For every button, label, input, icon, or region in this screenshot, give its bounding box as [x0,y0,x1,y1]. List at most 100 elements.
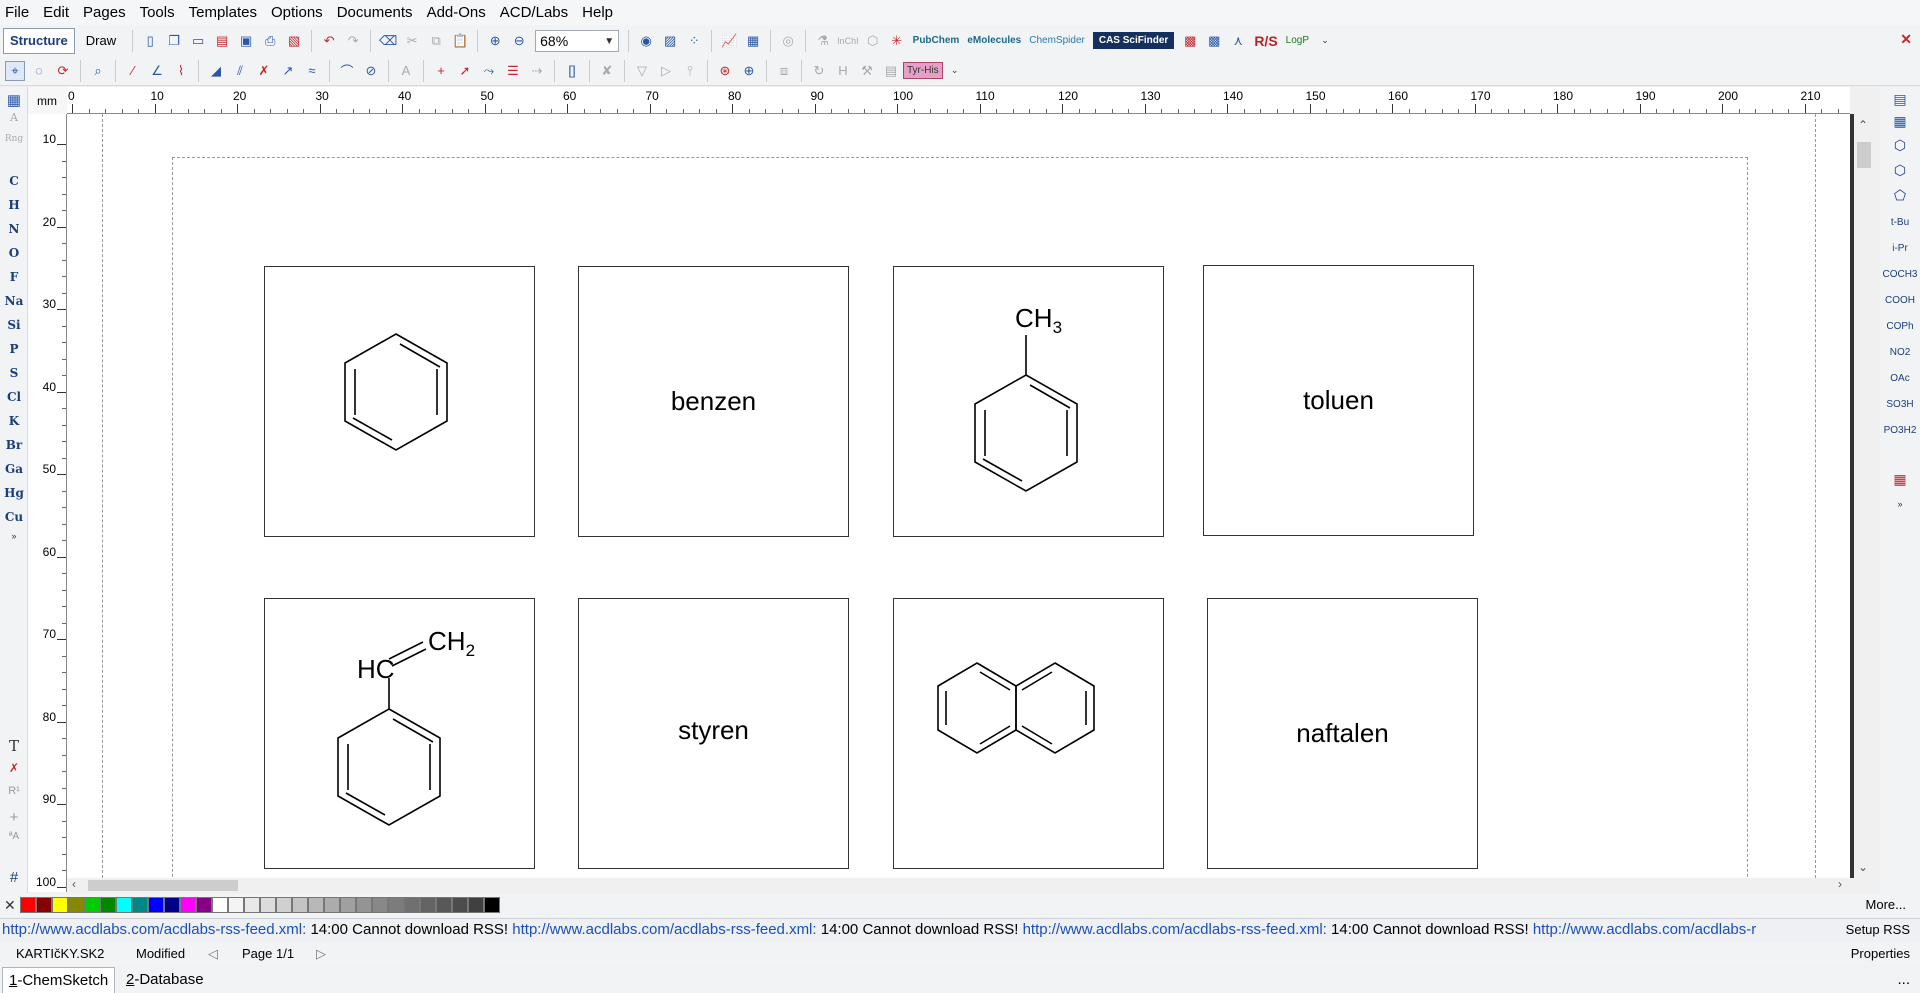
hexagon-icon[interactable]: ⬡ [863,31,883,51]
rss-link[interactable]: http://www.acdlabs.com/acdlabs-rss-feed.… [512,921,816,938]
setup-rss-button[interactable]: Setup RSS [1837,919,1910,941]
paste-icon[interactable]: 📋 [450,31,470,51]
prev-page-icon[interactable]: ◁ [208,942,218,966]
ring-icon[interactable]: ⌒ [337,61,357,81]
color-swatch[interactable] [452,897,468,913]
card-naphthalene-structure[interactable] [893,598,1164,869]
bond-single-icon[interactable]: ∕ [123,61,143,81]
tab-chemsketch[interactable]: 1-ChemSketch [2,967,116,993]
copy-icon[interactable]: ⧉ [426,31,446,51]
tab-database[interactable]: 2-Database [120,967,210,993]
no-color-icon[interactable]: ✕ [4,897,18,914]
zoom-out-icon[interactable]: ⊖ [509,31,529,51]
label-icon[interactable]: ªA [0,831,28,842]
zoom-select[interactable]: 68% ▼ [535,29,620,52]
tool-molecule-icon[interactable]: ⁘ [684,31,704,51]
horizontal-scrollbar[interactable]: ‹ › [67,877,1850,893]
vertical-scrollbar[interactable]: ⌃ ⌄ [1850,114,1871,878]
color-swatch[interactable] [356,897,372,913]
element-any[interactable]: A [0,111,28,124]
color-swatch[interactable] [340,897,356,913]
menu-edit[interactable]: Edit [36,0,76,25]
color-swatch[interactable] [36,897,52,913]
element-f[interactable]: F [0,270,28,284]
bond-wavy-icon[interactable]: ≈ [302,61,322,81]
structure-mode-button[interactable]: Structure [3,27,75,54]
bond-cross-icon[interactable]: ✗ [254,61,274,81]
magnify-icon[interactable]: ⌕ [88,61,108,81]
expand-icon[interactable]: » [1880,499,1920,509]
flask-icon[interactable]: ⚗ [813,31,833,51]
color-swatch[interactable] [68,897,84,913]
expand-icon[interactable]: » [0,531,28,541]
styrene-structure[interactable]: HC CH2 [265,599,536,870]
element-cu[interactable]: Cu [0,510,28,524]
scroll-thumb[interactable] [1857,142,1871,168]
logp-button[interactable]: LogP [1286,35,1309,46]
color-swatch[interactable] [324,897,340,913]
card-toluene-structure[interactable]: CH3 [893,266,1164,537]
addons-icon[interactable]: ✳ [887,31,907,51]
menu-file[interactable]: File [0,0,36,25]
color-swatch[interactable] [116,897,132,913]
color-swatch[interactable] [212,897,228,913]
color-swatch[interactable] [164,897,180,913]
template-window-icon[interactable]: ▤ [1880,91,1920,108]
bond-hash-icon[interactable]: ⫽ [230,61,250,81]
card-naftalen-label[interactable]: naftalen [1207,598,1478,869]
new-document-icon[interactable]: ▯ [140,31,160,51]
spectrum-icon[interactable]: ◎ [778,31,798,51]
delete-icon[interactable]: ✘ [597,61,617,81]
charge-icon[interactable]: + [0,809,28,826]
group-icon[interactable]: ⧈ [774,61,794,81]
more-colors-button[interactable]: More... [1866,897,1906,912]
reaction-icon[interactable]: ▩ [1180,31,1200,51]
menu-tools[interactable]: Tools [133,0,182,25]
color-swatch[interactable] [276,897,292,913]
menu-acdlabs[interactable]: ACD/Labs [493,0,575,25]
color-swatch[interactable] [244,897,260,913]
element-cl[interactable]: Cl [0,390,28,404]
chevron-right-icon[interactable]: › [1838,877,1842,891]
menu-pages[interactable]: Pages [76,0,133,25]
menu-help[interactable]: Help [575,0,620,25]
color-swatch[interactable] [84,897,100,913]
color-swatch[interactable] [468,897,484,913]
print-icon[interactable]: ⎙ [260,31,280,51]
atom-delete-icon[interactable]: ✗ [0,761,28,775]
atom-map-icon[interactable]: ⇢ [527,61,547,81]
chevron-down-icon[interactable]: ⌄ [1858,860,1868,874]
rss-link[interactable]: http://www.acdlabs.com/acdlabs-r [1533,921,1756,938]
color-swatch[interactable] [100,897,116,913]
table-icon[interactable]: ▦ [743,31,763,51]
amino-acid-button[interactable]: Tyr-His [903,62,943,79]
naphthalene-structure[interactable] [894,599,1165,870]
pdf-icon[interactable]: ▧ [284,31,304,51]
flip-v-icon[interactable]: ▽ [632,61,652,81]
cyclopentane-icon[interactable]: ⬠ [1880,187,1920,204]
template-table-icon[interactable]: ▦ [1880,113,1920,130]
color-swatch[interactable] [404,897,420,913]
color-swatch[interactable] [180,897,196,913]
rotate-axis-icon[interactable]: ⊕ [739,61,759,81]
element-si[interactable]: Si [0,318,28,332]
element-s[interactable]: S [0,366,28,380]
menu-add-ons[interactable]: Add-Ons [420,0,493,25]
chart-icon[interactable]: 📈 [719,31,739,51]
lasso-icon[interactable]: ◌ [29,61,49,81]
chevron-up-icon[interactable]: ⌃ [1858,118,1868,132]
element-ring[interactable]: Rng [0,134,28,144]
undo-icon[interactable]: ↶ [319,31,339,51]
rs-button[interactable]: R/S [1254,33,1277,49]
emolecules-link[interactable]: eMolecules [967,35,1021,46]
hydrogen-icon[interactable]: H [833,61,853,81]
wrench-icon[interactable]: ⚒ [857,61,877,81]
bond-chain-icon[interactable]: ⌇ [171,61,191,81]
text-tool-icon[interactable]: T [0,737,28,755]
text-format-icon[interactable]: A [396,61,416,81]
toluene-structure[interactable]: CH3 [894,267,1165,538]
rotate-3d-icon[interactable]: ⊛ [715,61,735,81]
flip-h-icon[interactable]: ▷ [656,61,676,81]
template-t-bu[interactable]: t-Bu [1880,217,1920,228]
close-icon[interactable]: ✕ [1900,31,1912,48]
